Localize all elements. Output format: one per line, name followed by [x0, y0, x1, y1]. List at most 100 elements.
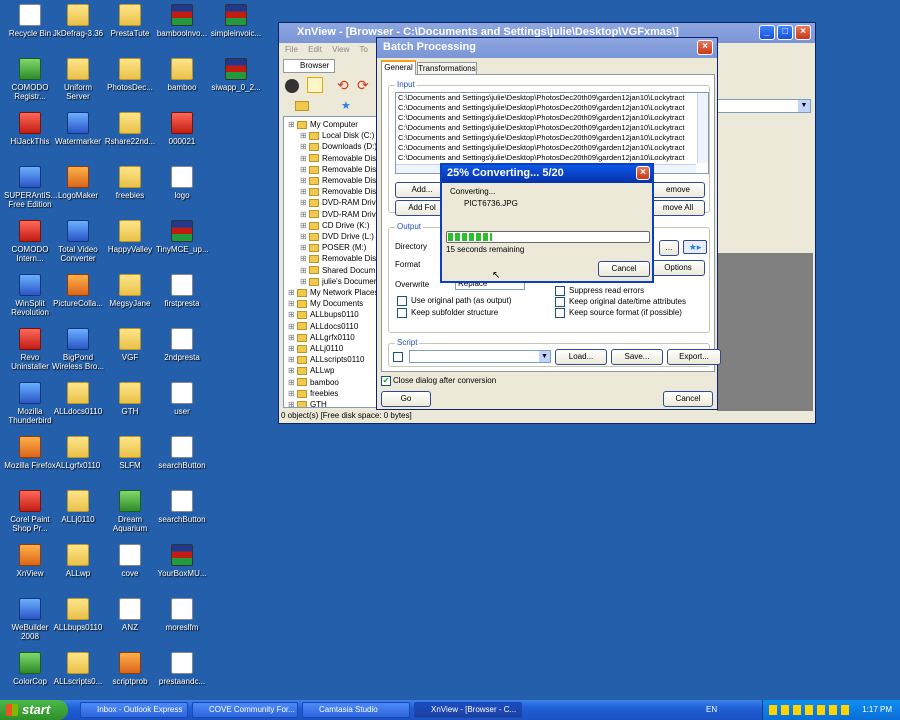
desktop-icon[interactable]: freebies: [104, 166, 156, 200]
tree-item[interactable]: ⊞ CD Drive (K:): [284, 220, 370, 231]
desktop-icon[interactable]: Mozilla Thunderbird: [4, 382, 56, 425]
path-dropdown[interactable]: ▼: [715, 99, 811, 113]
desktop-icon[interactable]: cove: [104, 544, 156, 578]
expand-icon[interactable]: ⊞: [288, 310, 297, 319]
desktop-icon[interactable]: HappyValley: [104, 220, 156, 254]
keep-source-format-checkbox[interactable]: [555, 308, 565, 318]
task-xnview[interactable]: XnView - [Browser - C...: [414, 702, 522, 718]
menu-edit[interactable]: Edit: [308, 45, 322, 54]
desktop-icon[interactable]: LogoMaker: [52, 166, 104, 200]
list-item[interactable]: C:\Documents and Settings\julie\Desktop\…: [396, 143, 708, 153]
desktop-icon[interactable]: GTH: [104, 382, 156, 416]
list-item[interactable]: C:\Documents and Settings\julie\Desktop\…: [396, 93, 708, 103]
expand-icon[interactable]: ⊞: [300, 131, 309, 140]
tree-item[interactable]: ⊞ Removable Disk: [284, 175, 378, 186]
desktop-icon[interactable]: siwapp_0_2...: [210, 58, 262, 92]
tree-item[interactable]: ⊞ Removable Disk: [284, 153, 378, 164]
expand-icon[interactable]: ⊞: [300, 210, 309, 219]
tree-item[interactable]: ⊞ Local Disk (C:): [284, 130, 374, 141]
expand-icon[interactable]: ⊞: [300, 198, 309, 207]
tree-item[interactable]: ⊞ ALLgrfx0110: [284, 332, 355, 343]
expand-icon[interactable]: ⊞: [300, 176, 309, 185]
tree-item[interactable]: ⊞ freebies: [284, 388, 338, 399]
expand-icon[interactable]: ⊞: [288, 400, 297, 407]
task-camtasia[interactable]: Camtasia Studio: [302, 702, 410, 718]
desktop-icon[interactable]: Mozilla Firefox: [4, 436, 56, 470]
desktop-icon[interactable]: ALLbups0110: [52, 598, 104, 632]
desktop-icon[interactable]: HiJackThis: [4, 112, 56, 146]
tree-item[interactable]: ⊞ DVD-RAM Drive: [284, 209, 378, 220]
tree-item[interactable]: ⊞ Shared Docum: [284, 265, 375, 276]
suppress-read-errors-checkbox[interactable]: [555, 286, 565, 296]
tree-item[interactable]: ⊞ GTH: [284, 399, 327, 407]
list-item[interactable]: C:\Documents and Settings\julie\Desktop\…: [396, 153, 708, 163]
desktop-icon[interactable]: bamboo: [156, 58, 208, 92]
desktop-icon[interactable]: WeBuilder 2008: [4, 598, 56, 641]
desktop-icon[interactable]: COMODO Registr...: [4, 58, 56, 101]
expand-icon[interactable]: ⊞: [288, 389, 297, 398]
desktop-icon[interactable]: ColorCop: [4, 652, 56, 686]
keep-subfolder-checkbox[interactable]: [397, 308, 407, 318]
load-button[interactable]: Load...: [555, 349, 607, 365]
desktop-icon[interactable]: Rshare22nd...: [104, 112, 156, 146]
tree-item[interactable]: ⊞ Downloads (D:): [284, 141, 377, 152]
tree-item[interactable]: ⊞ DVD-RAM Drive: [284, 197, 378, 208]
expand-icon[interactable]: ⊞: [288, 355, 297, 364]
expand-icon[interactable]: ⊞: [288, 333, 297, 342]
progress-close-button[interactable]: ×: [636, 166, 650, 180]
desktop-icon[interactable]: COMODO Intern...: [4, 220, 56, 263]
options-button[interactable]: Options: [651, 260, 705, 276]
desktop-icon[interactable]: JkDefrag-3.36: [52, 4, 104, 38]
desktop-icon[interactable]: BigPond Wireless Bro...: [52, 328, 104, 371]
expand-icon[interactable]: ⊞: [288, 120, 297, 129]
task-outlook[interactable]: Inbox - Outlook Express: [80, 702, 188, 718]
menu-file[interactable]: File: [285, 45, 298, 54]
desktop-icon[interactable]: Corel Paint Shop Pr...: [4, 490, 56, 533]
expand-icon[interactable]: ⊞: [288, 378, 297, 387]
tree-item[interactable]: ⊞ My Computer: [284, 119, 358, 130]
go-button[interactable]: Go: [381, 391, 431, 407]
desktop-icon[interactable]: 000021: [156, 112, 208, 146]
input-file-list[interactable]: C:\Documents and Settings\julie\Desktop\…: [395, 92, 709, 174]
favorites-icon[interactable]: ★▸: [683, 240, 707, 254]
language-indicator[interactable]: EN: [706, 700, 717, 720]
browse-button[interactable]: ...: [659, 240, 679, 256]
desktop-icon[interactable]: SUPERAntiS... Free Edition: [4, 166, 57, 209]
tab-general[interactable]: General: [381, 60, 416, 75]
list-item[interactable]: C:\Documents and Settings\julie\Desktop\…: [396, 103, 708, 113]
clock[interactable]: 1:17 PM: [862, 700, 892, 720]
desktop-icon[interactable]: ALLscripts0...: [52, 652, 104, 686]
save-button[interactable]: Save...: [611, 349, 663, 365]
expand-icon[interactable]: ⊞: [300, 187, 309, 196]
tree-item[interactable]: ⊞ ALLdocs0110: [284, 321, 358, 332]
tree-item[interactable]: ⊞ Removable Disk: [284, 253, 378, 264]
desktop-icon[interactable]: Revo Uninstaller: [4, 328, 56, 371]
menu-tools[interactable]: To: [359, 45, 367, 54]
list-item[interactable]: C:\Documents and Settings\julie\Desktop\…: [396, 133, 708, 143]
favorites-tab-icon[interactable]: ★: [341, 99, 351, 112]
maximize-button[interactable]: □: [777, 25, 793, 40]
tree-item[interactable]: ⊞ ALLscripts0110: [284, 354, 365, 365]
desktop-icon[interactable]: PictureColla...: [52, 274, 104, 308]
desktop-icon[interactable]: TinyMCE_up...: [156, 220, 209, 254]
export-button[interactable]: Export...: [667, 349, 721, 365]
desktop-icon[interactable]: VGF: [104, 328, 156, 362]
desktop-icon[interactable]: firstpresta: [156, 274, 208, 308]
minimize-button[interactable]: _: [759, 25, 775, 40]
tree-item[interactable]: ⊞ My Network Places: [284, 287, 378, 298]
use-original-path-checkbox[interactable]: [397, 296, 407, 306]
expand-icon[interactable]: ⊞: [300, 266, 309, 275]
document-icon[interactable]: [307, 77, 323, 93]
remove-button[interactable]: emove: [651, 182, 705, 198]
desktop-icon[interactable]: SLFM: [104, 436, 156, 470]
keep-date-checkbox[interactable]: [555, 297, 565, 307]
expand-icon[interactable]: ⊞: [288, 322, 297, 331]
batch-titlebar[interactable]: Batch Processing ×: [377, 38, 717, 58]
desktop-icon[interactable]: logo: [156, 166, 208, 200]
menu-view[interactable]: View: [332, 45, 349, 54]
desktop-icon[interactable]: bamboolnvo...: [156, 4, 208, 38]
desktop-icon[interactable]: YourBoxMU...: [156, 544, 208, 578]
expand-icon[interactable]: ⊞: [288, 288, 297, 297]
tree-item[interactable]: ⊞ julie's Documer: [284, 276, 376, 287]
file-list-vscroll[interactable]: [697, 93, 708, 163]
